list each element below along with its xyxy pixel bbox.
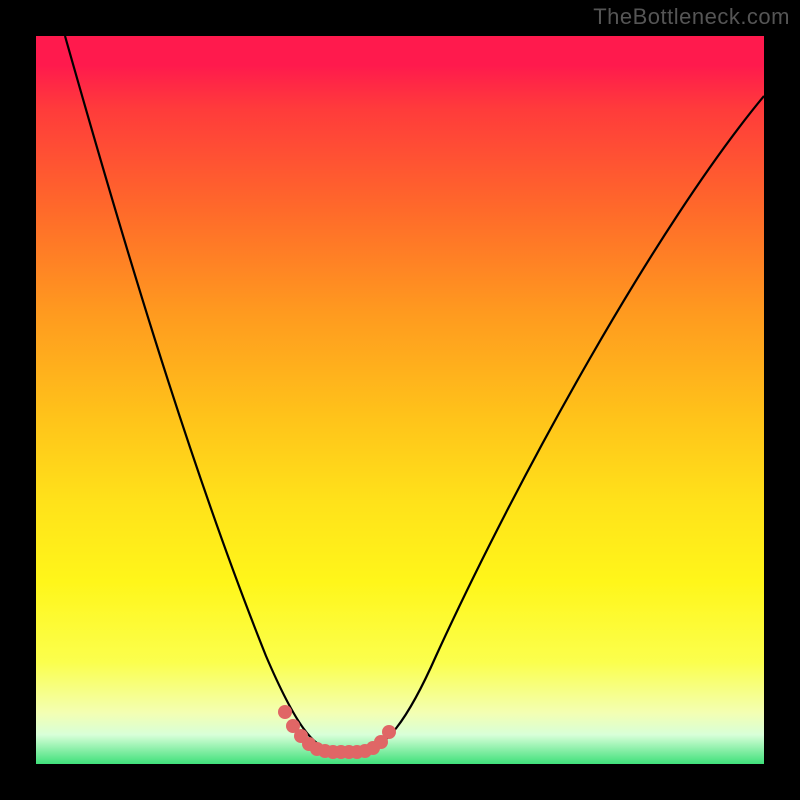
curve-layer <box>36 36 764 764</box>
valley-markers <box>278 705 396 759</box>
chart-frame: TheBottleneck.com <box>0 0 800 800</box>
watermark-text: TheBottleneck.com <box>593 4 790 30</box>
plot-area <box>36 36 764 764</box>
bottleneck-curve <box>65 36 764 750</box>
